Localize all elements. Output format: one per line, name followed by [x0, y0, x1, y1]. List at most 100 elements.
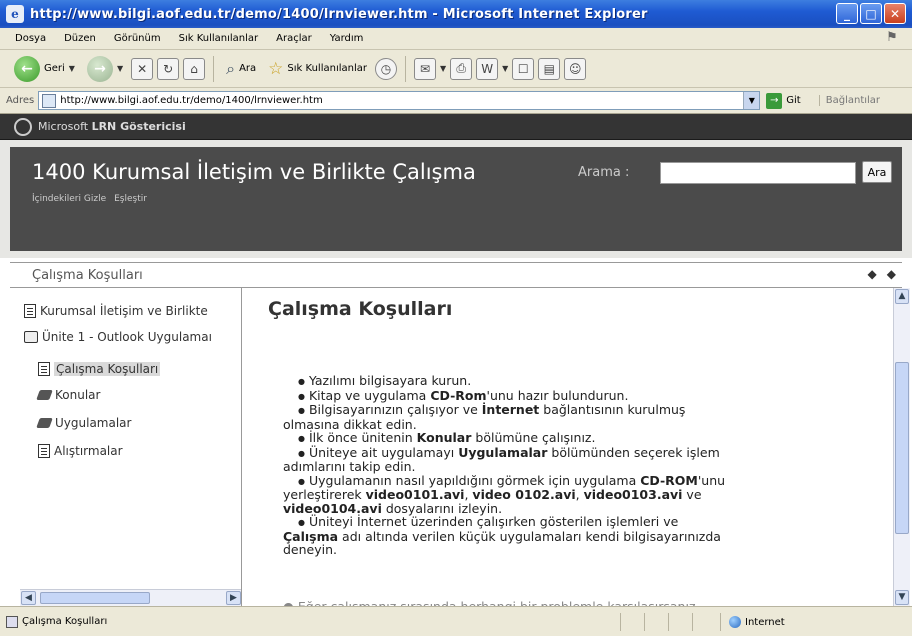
menu-sik-kullanilanlar[interactable]: Sık Kullanılanlar: [170, 33, 268, 44]
text-run: Bilgisayarınızın çalışıyor ve: [308, 402, 482, 417]
previous-page-icon[interactable]: ◆: [868, 267, 877, 281]
search-icon: ⌕: [226, 58, 236, 78]
home-icon[interactable]: ⌂: [183, 57, 206, 80]
research-icon[interactable]: ▤: [538, 57, 561, 80]
toc-item-label: Konular: [55, 388, 101, 402]
chevron-down-icon[interactable]: ▼: [502, 64, 508, 73]
text-run: Üniteye ait uygulamayı: [308, 444, 459, 460]
partial-line: ● Eğer çalışmanız sırasında herhangi bir…: [283, 599, 843, 606]
search-label: Ara: [239, 63, 257, 74]
next-page-icon[interactable]: ◆: [887, 267, 896, 281]
scroll-right-icon[interactable]: ▶: [226, 591, 241, 605]
chevron-down-icon[interactable]: ▼: [440, 64, 446, 73]
list-item: video0104.avi dosyalarını izleyin.: [283, 501, 843, 516]
text-run: Uygulamanın nasıl yapıldığını görmek içi…: [308, 472, 641, 488]
list-item: Uygulamanın nasıl yapıldığını görmek içi…: [283, 472, 843, 489]
vertical-scrollbar[interactable]: ▲ ▼: [893, 288, 910, 606]
text-run: Kitap ve uygulama: [308, 387, 431, 403]
menu-dosya[interactable]: Dosya: [6, 33, 55, 44]
history-icon[interactable]: ◷: [374, 57, 397, 80]
search-button[interactable]: ⌕ Ara: [222, 57, 260, 81]
close-button[interactable]: ✕: [884, 3, 906, 24]
page-icon: [6, 615, 18, 628]
discuss-icon[interactable]: ☐: [512, 57, 535, 80]
links-button[interactable]: Bağlantılar: [818, 95, 880, 106]
windows-flag-icon: ⚑: [886, 30, 898, 45]
chevron-down-icon: ▼: [68, 64, 75, 73]
maximize-button[interactable]: □: [860, 3, 882, 24]
diamond-book-icon: [36, 390, 53, 400]
text-run: CD-ROM: [640, 472, 698, 488]
toc-item-unit-1[interactable]: Ünite 1 - Outlook Uygulamaı: [24, 330, 212, 344]
menu-yardim[interactable]: Yardım: [321, 33, 373, 44]
toolbar-separator: [404, 55, 406, 82]
scroll-up-icon[interactable]: ▲: [895, 289, 909, 304]
search-button[interactable]: Ara: [862, 161, 892, 183]
stop-icon[interactable]: ✕: [131, 57, 154, 80]
text-run: İnternet: [481, 402, 540, 417]
menu-araclar[interactable]: Araçlar: [267, 33, 321, 44]
toc-item-uygulamalar[interactable]: Uygulamalar: [36, 416, 132, 430]
menu-duzen[interactable]: Düzen: [55, 33, 105, 44]
address-url[interactable]: http://www.bilgi.aof.edu.tr/demo/1400/lr…: [60, 95, 743, 106]
book-icon: [24, 331, 38, 343]
scroll-thumb[interactable]: [40, 592, 150, 604]
status-segment: [668, 613, 690, 631]
course-title: 1400 Kurumsal İletişim ve Birlikte Çalış…: [32, 160, 476, 184]
lrn-viewer-header: Microsoft LRN Göstericisi: [0, 114, 912, 140]
toc-item-course[interactable]: Kurumsal İletişim ve Birlikte: [24, 304, 208, 318]
toc-item-label: Çalışma Koşulları: [54, 362, 161, 376]
sync-link[interactable]: Eşleştir: [114, 194, 147, 204]
back-button[interactable]: ← Geri ▼: [10, 54, 79, 84]
horizontal-scrollbar[interactable]: ◀ ▶: [20, 589, 241, 606]
back-label: Geri: [44, 63, 65, 74]
address-field[interactable]: http://www.bilgi.aof.edu.tr/demo/1400/lr…: [38, 91, 761, 110]
search-input[interactable]: [660, 162, 856, 184]
toc-item-label: Alıştırmalar: [54, 444, 123, 458]
scroll-thumb[interactable]: [895, 362, 909, 534]
toc-item-label: Uygulamalar: [55, 416, 132, 430]
course-banner: 1400 Kurumsal İletişim ve Birlikte Çalış…: [10, 147, 902, 251]
toc-item-calisma-kosullari[interactable]: Çalışma Koşulları: [38, 362, 161, 376]
text-run: CD-Rom: [430, 387, 487, 403]
list-item: Üniteyi İnternet üzerinden çalışırken gö…: [283, 515, 843, 530]
back-arrow-icon: ←: [14, 55, 40, 82]
mail-icon[interactable]: ✉: [413, 57, 436, 80]
go-button[interactable]: → Git: [766, 92, 801, 109]
list-item: yerleştirerek video0101.avi, video 0102.…: [283, 488, 843, 502]
chevron-down-icon[interactable]: ▼: [743, 92, 760, 109]
text-run: adı altında verilen küçük uygulamaları k…: [338, 528, 721, 544]
menu-gorunum[interactable]: Görünüm: [105, 33, 170, 44]
list-item: Bilgisayarınızın çalışıyor ve İnternet b…: [283, 403, 843, 418]
status-segment: [692, 613, 714, 631]
microsoft-logo-icon: [14, 117, 32, 136]
scroll-left-icon[interactable]: ◀: [21, 591, 36, 605]
course-links: İçindekileri Gizle Eşleştir: [32, 194, 147, 204]
hide-toc-link[interactable]: İçindekileri Gizle: [32, 194, 106, 204]
messenger-icon[interactable]: ☺: [564, 57, 587, 80]
status-bar: Çalışma Koşulları Internet: [0, 606, 912, 636]
edit-icon[interactable]: W: [476, 57, 499, 80]
toc-item-label: Ünite 1 - Outlook Uygulamaı: [42, 330, 212, 344]
print-icon[interactable]: ⎙: [450, 57, 473, 80]
address-label: Adres: [6, 95, 35, 106]
text-run: bağlantısının kurulmuş: [539, 402, 686, 417]
minimize-button[interactable]: _: [836, 3, 858, 24]
text-run: bölümüne çalışınız.: [471, 430, 596, 445]
address-bar: Adres http://www.bilgi.aof.edu.tr/demo/1…: [0, 88, 912, 114]
toc-item-alistirmalar[interactable]: Alıştırmalar: [38, 444, 123, 458]
page-nav: ◆ ◆: [868, 267, 896, 281]
course-header: 1400 Kurumsal İletişim ve Birlikte Çalış…: [0, 140, 912, 258]
breadcrumb: Çalışma Koşulları ◆ ◆: [10, 262, 902, 288]
text-run: Uygulamalar: [458, 444, 548, 460]
favorites-button[interactable]: ☆ Sık Kullanılanlar: [264, 57, 371, 81]
list-item: Üniteye ait uygulamayı Uygulamalar bölüm…: [283, 444, 843, 461]
scroll-down-icon[interactable]: ▼: [895, 590, 909, 605]
toolbar: ← Geri ▼ → ▼ ✕ ↻ ⌂ ⌕ Ara ☆ Sık Kullanıla…: [0, 50, 912, 88]
toc-item-konular[interactable]: Konular: [36, 388, 101, 402]
status-segment: [620, 613, 642, 631]
text-run: bölümünden seçerek işlem: [547, 444, 720, 460]
refresh-icon[interactable]: ↻: [157, 57, 180, 80]
favorites-star-icon: ☆: [268, 58, 284, 79]
forward-button[interactable]: → ▼: [83, 54, 127, 84]
